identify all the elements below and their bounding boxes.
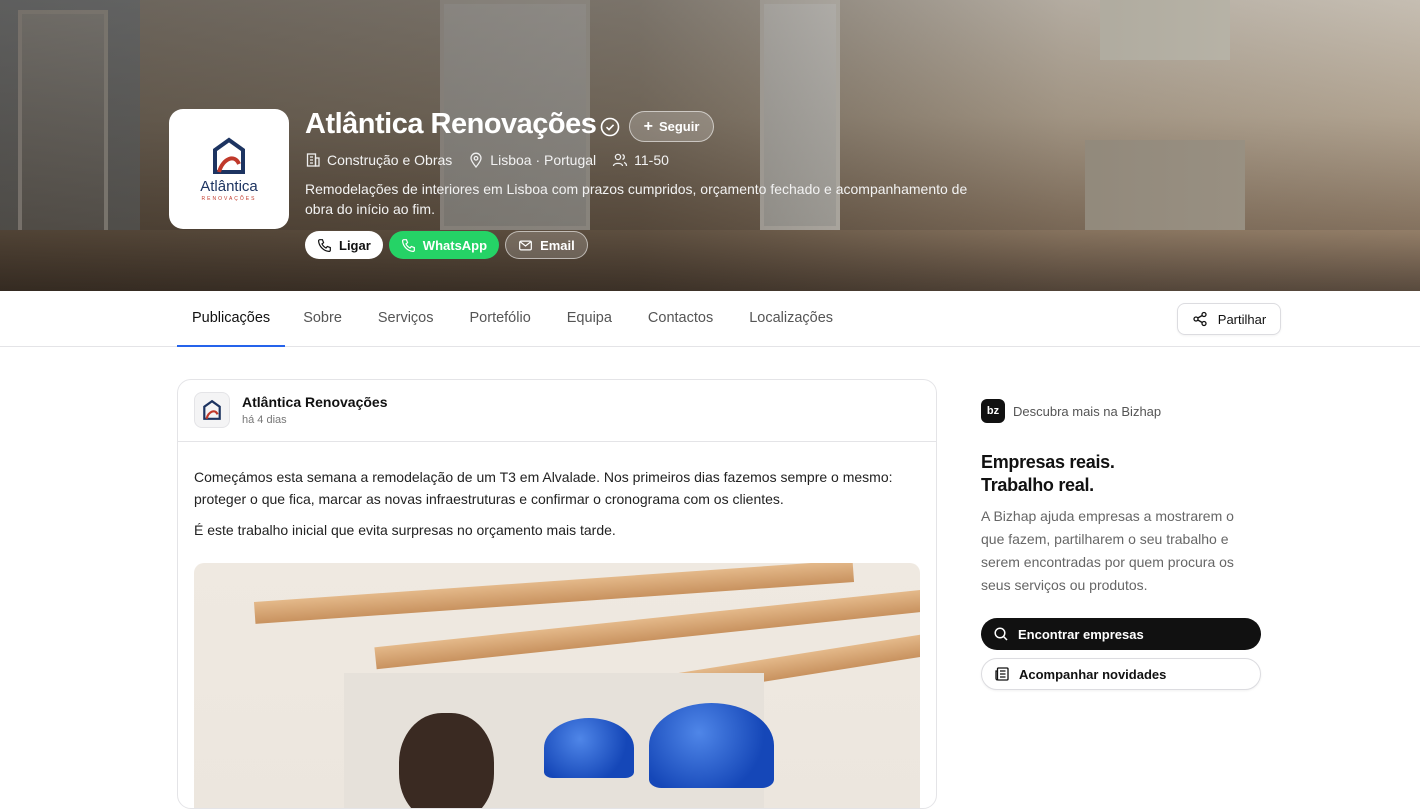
tab-portefolio[interactable]: Portefólio — [452, 291, 549, 347]
contact-actions: Ligar WhatsApp Email — [305, 231, 588, 259]
whatsapp-label: WhatsApp — [422, 237, 488, 253]
post-image[interactable] — [194, 563, 920, 808]
promo-headline-line2: Trabalho real. — [981, 475, 1094, 495]
profile-tabbar: Publicações Sobre Serviços Portefólio Eq… — [0, 291, 1420, 347]
find-companies-label: Encontrar empresas — [1018, 626, 1144, 642]
profile-tabs: Publicações Sobre Serviços Portefólio Eq… — [177, 291, 851, 347]
company-name: Atlântica Renovações — [305, 108, 597, 140]
company-logo: Atlântica RENOVAÇÕES — [169, 109, 289, 229]
tab-equipa[interactable]: Equipa — [549, 291, 630, 347]
mail-icon — [519, 239, 532, 251]
size-item: 11-50 — [612, 152, 669, 168]
bizhap-logo: bz — [981, 399, 1005, 423]
tab-sobre[interactable]: Sobre — [285, 291, 360, 347]
location-label: Lisboa · Portugal — [490, 152, 597, 168]
building-icon — [306, 153, 320, 167]
bizhap-promo: bz Descubra mais na Bizhap Empresas reai… — [981, 399, 1266, 690]
map-pin-icon — [470, 152, 482, 168]
promo-headline: Empresas reais. Trabalho real. — [981, 451, 1266, 497]
promo-text: A Bizhap ajuda empresas a mostrarem o qu… — [981, 508, 1234, 593]
share-icon — [1193, 311, 1207, 327]
call-label: Ligar — [339, 237, 371, 253]
post-author[interactable]: Atlântica Renovações — [242, 394, 388, 410]
call-button[interactable]: Ligar — [305, 231, 383, 259]
email-label: Email — [540, 237, 575, 253]
phone-icon — [317, 238, 331, 252]
company-meta: Construção e Obras Lisboa · Portugal 11-… — [305, 152, 685, 168]
logo-wordmark: Atlântica — [200, 178, 258, 195]
post-paragraph: Começámos esta semana a remodelação de u… — [194, 469, 893, 507]
post-card: Atlântica Renovações há 4 dias Começámos… — [177, 379, 937, 809]
logo-house-icon — [203, 399, 221, 420]
post-paragraph: É este trabalho inicial que evita surpre… — [194, 522, 616, 538]
bizhap-brand-row: bz Descubra mais na Bizhap — [981, 399, 1266, 423]
tab-contactos[interactable]: Contactos — [630, 291, 731, 347]
share-button[interactable]: Partilhar — [1177, 303, 1281, 335]
tab-servicos[interactable]: Serviços — [360, 291, 452, 347]
tab-publicacoes[interactable]: Publicações — [177, 291, 286, 347]
size-label: 11-50 — [634, 152, 669, 168]
share-label: Partilhar — [1217, 311, 1267, 327]
whatsapp-phone-icon — [401, 238, 415, 252]
promo-headline-line1: Empresas reais. — [981, 452, 1115, 472]
category-label: Construção e Obras — [327, 152, 453, 168]
whatsapp-button[interactable]: WhatsApp — [388, 231, 500, 259]
verified-icon — [600, 117, 620, 137]
logo-subtitle: RENOVAÇÕES — [201, 196, 257, 202]
follow-news-label: Acompanhar novidades — [1019, 666, 1167, 682]
logo-house-icon — [213, 137, 245, 174]
post-timestamp: há 4 dias — [242, 414, 287, 426]
find-companies-button[interactable]: Encontrar empresas — [981, 618, 1261, 650]
users-icon — [612, 153, 628, 167]
post-header: Atlântica Renovações há 4 dias — [178, 380, 936, 442]
location-item: Lisboa · Portugal — [468, 152, 596, 168]
discover-label: Descubra mais na Bizhap — [1013, 403, 1162, 419]
category-item: Construção e Obras — [305, 152, 452, 168]
post-text: Começámos esta semana a remodelação de u… — [194, 466, 924, 550]
plus-icon: + — [643, 117, 653, 135]
follow-news-button[interactable]: Acompanhar novidades — [981, 658, 1261, 690]
follow-label: Seguir — [658, 119, 700, 134]
tab-localizacoes[interactable]: Localizações — [731, 291, 851, 347]
follow-button[interactable]: + Seguir — [629, 111, 714, 142]
search-icon — [994, 627, 1008, 641]
newspaper-icon — [995, 667, 1009, 681]
post-avatar[interactable] — [194, 392, 230, 428]
company-description: Remodelações de interiores em Lisboa com… — [305, 181, 968, 217]
email-button[interactable]: Email — [505, 231, 588, 259]
